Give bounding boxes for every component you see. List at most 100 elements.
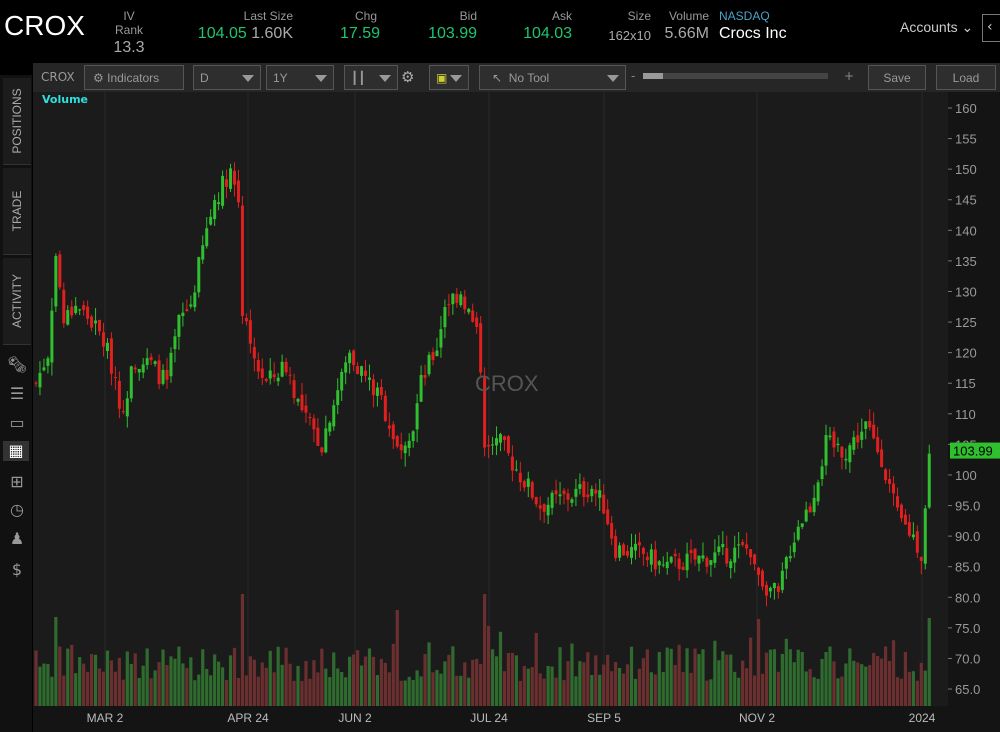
settings-icon[interactable]: ⚙ (401, 68, 414, 86)
tv-icon[interactable]: ▭ (7, 413, 27, 433)
volume-bar (566, 661, 570, 706)
period-select[interactable]: 1Y (266, 65, 334, 90)
candle-body (475, 317, 479, 328)
candle-body (610, 523, 614, 539)
zoom-slider-thumb[interactable] (643, 73, 663, 79)
aggregation-select[interactable]: D (193, 65, 261, 90)
candle-body (491, 444, 495, 446)
volume-bar (840, 676, 844, 706)
zoom-out-button[interactable]: - (631, 69, 635, 83)
save-button[interactable]: Save (868, 65, 926, 90)
candle-body (673, 553, 677, 557)
volume-bar (526, 668, 530, 706)
symbol-title[interactable]: CROX (4, 10, 85, 42)
volume-bar (50, 676, 54, 706)
volume-bar (201, 649, 205, 706)
zoom-slider[interactable] (643, 73, 828, 79)
volume-bar (542, 678, 546, 706)
volume-bar (153, 670, 157, 706)
candle-body (630, 547, 633, 558)
grid-icon[interactable]: ⊞ (7, 472, 27, 492)
volume-bar (610, 671, 614, 706)
volume-bar (399, 680, 403, 706)
volume-bar (62, 675, 66, 706)
volume-bar (483, 594, 487, 706)
volume-bar (737, 677, 741, 706)
volume-bar (645, 649, 649, 706)
volume-bar (248, 656, 252, 706)
candle-body (356, 366, 360, 375)
volume-bar (260, 662, 264, 706)
price-chart[interactable]: 1601551501451401351301251201151101051009… (33, 92, 1000, 732)
history-icon[interactable]: ◷ (7, 500, 27, 520)
volume-bar (629, 646, 634, 706)
chart-icon[interactable]: ▦ (3, 441, 29, 461)
quote-label: Ask (551, 9, 572, 23)
volume-bar (641, 658, 646, 706)
volume-bar (745, 668, 749, 706)
volume-bar (173, 658, 177, 706)
volume-bar (907, 671, 911, 706)
candle-body (268, 370, 272, 379)
candle-body (487, 444, 491, 447)
candle-body (427, 354, 431, 375)
candle-body (42, 367, 46, 371)
volume-bar (82, 663, 86, 706)
quote-iv-rank: IV Rank 13.3 (108, 9, 150, 57)
chart-watermark: CROX (475, 371, 539, 396)
candle-body (903, 514, 907, 525)
volume-bar (42, 663, 46, 706)
volume-bar (752, 675, 757, 706)
volume-bar (768, 649, 773, 706)
indicators-button[interactable]: ⚙ Indicators (84, 65, 184, 90)
accounts-dropdown[interactable]: Accounts ⌄ (900, 19, 973, 36)
candle-body (244, 318, 248, 322)
price-tick-label: 100 (955, 468, 977, 483)
tool-select[interactable]: ↖ No Tool (479, 65, 626, 90)
candle-body (467, 308, 471, 313)
candle-body (66, 310, 70, 325)
candle-body (836, 443, 840, 446)
volume-bar (709, 679, 713, 706)
list-icon[interactable]: ☰ (7, 384, 27, 404)
candle-body (98, 320, 102, 332)
chart-style-select[interactable]: ┃┃ (344, 65, 398, 90)
candle-body (506, 436, 510, 454)
toolbar-symbol[interactable]: CROX (41, 70, 75, 84)
tab-activity[interactable]: ACTIVITY (3, 258, 31, 345)
volume-bar (161, 649, 165, 706)
chart-canvas[interactable]: 1601551501451401351301251201151101051009… (33, 92, 1000, 732)
candles-icon: ┃┃ (351, 71, 366, 85)
quote-value: 162x10 (608, 28, 651, 43)
zoom-in-button[interactable]: + (844, 69, 854, 83)
help-icon[interactable]: $ (7, 560, 27, 580)
volume-bar (471, 659, 475, 706)
volume-bar (812, 677, 816, 706)
drawing-sets-select[interactable]: ▣ (429, 65, 469, 90)
candle-body (637, 542, 641, 546)
tab-positions[interactable]: POSITIONS (3, 78, 31, 165)
candle-body (510, 456, 514, 471)
volume-bar (887, 660, 892, 706)
candle-body (157, 360, 161, 385)
exchange-label: NASDAQ (719, 9, 770, 23)
community-icon[interactable]: ♟ (7, 529, 27, 549)
volume-bar (820, 658, 824, 706)
volume-bar (590, 674, 594, 706)
news-icon[interactable]: 🗞 (7, 355, 27, 375)
candle-body (463, 296, 467, 310)
candle-body (364, 370, 368, 377)
collapse-button[interactable]: ‹ (982, 14, 1000, 42)
volume-bar (407, 676, 411, 706)
volume-study-label[interactable]: Volume (42, 93, 88, 106)
volume-bar (538, 673, 542, 706)
candle-body (117, 380, 121, 409)
drawing-icon: ▣ (436, 71, 448, 85)
volume-bar (379, 658, 383, 706)
candle-body (923, 508, 927, 564)
candle-body (423, 374, 427, 378)
volume-bar (387, 672, 391, 706)
tab-trade[interactable]: TRADE (3, 168, 31, 255)
volume-bar (534, 632, 538, 706)
load-button[interactable]: Load (936, 65, 996, 90)
